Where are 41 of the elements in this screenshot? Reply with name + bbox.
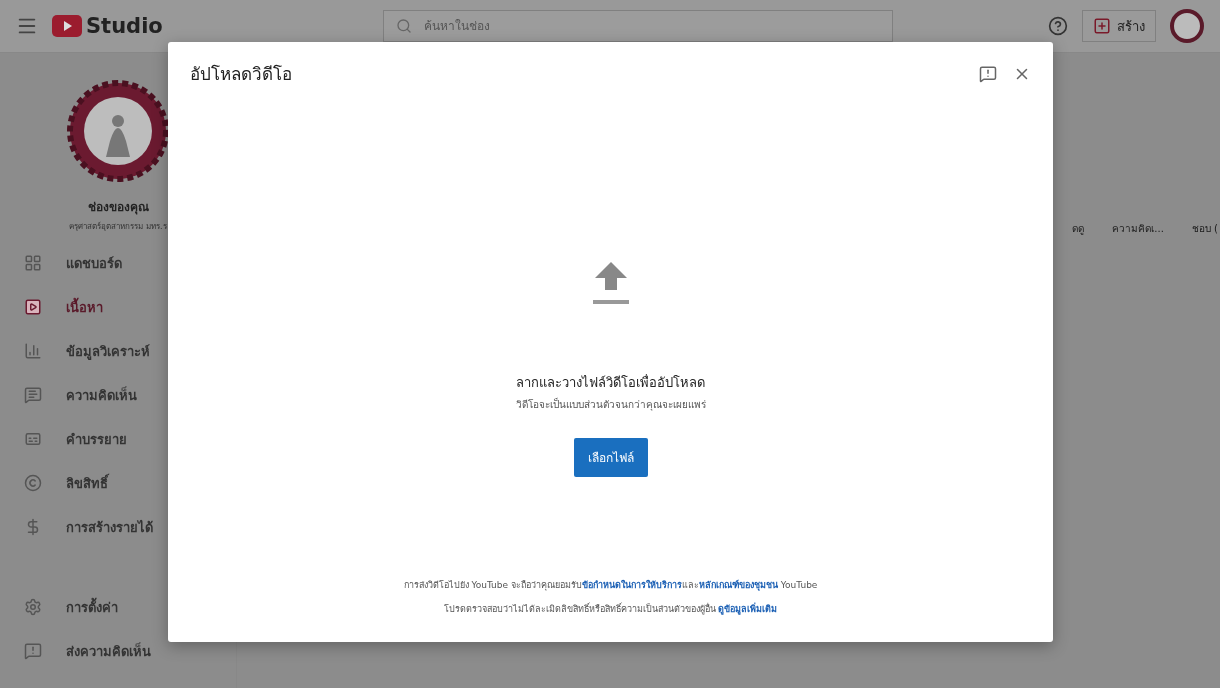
- sidebar-item[interactable]: ลิขสิทธิ์: [0, 461, 236, 505]
- sidebar-item[interactable]: การสร้างรายได้: [0, 505, 236, 549]
- chart-icon: [24, 342, 42, 360]
- terms-link[interactable]: ดูข้อมูลเพิ่มเติม: [718, 604, 778, 614]
- feedback-icon: [24, 642, 42, 660]
- column-header: ความคิดเ...: [1112, 222, 1164, 236]
- terms-text: การส่งวิดีโอไปยัง YouTube จะถือว่าคุณยอมรับข้อกำหนดในการให้บริการและหลักเกณฑ์ของชุมชน YouTube: [403, 578, 818, 592]
- create-button[interactable]: สร้าง: [1082, 10, 1156, 42]
- search-box[interactable]: ค้นหาในช่อง: [382, 10, 893, 42]
- plus-square-icon: [1093, 17, 1111, 35]
- drop-heading: ลากและวางไฟล์วิดีโอเพื่ออัปโหลด: [516, 373, 705, 392]
- brand-name: Studio: [86, 14, 163, 38]
- column-header: ดดู: [1072, 222, 1085, 236]
- channel-title: ช่องของคุณ: [87, 199, 149, 216]
- comment-icon: [24, 386, 42, 404]
- drop-subheading: วิดีโอจะเป็นแบบส่วนตัวจนกว่าคุณจะเผยแพร่: [515, 397, 706, 412]
- play-logo-icon: [52, 15, 82, 37]
- dialog-title: อัปโหลดวิดีโอ: [190, 63, 293, 86]
- grid-icon: [24, 254, 42, 272]
- search-icon: [395, 18, 412, 34]
- avatar[interactable]: [1170, 9, 1204, 43]
- sidebar-item[interactable]: คำบรรยาย: [0, 417, 236, 461]
- channel-name: ครุศาสตร์อุตสาหกรรม มทร.ร: [69, 221, 167, 233]
- sidebar-item[interactable]: แดชบอร์ด: [0, 241, 236, 285]
- sidebar-item[interactable]: การตั้งค่า: [0, 585, 236, 629]
- play-square-icon: [24, 298, 42, 316]
- terms-link[interactable]: หลักเกณฑ์ของชุมชน: [698, 580, 778, 590]
- sidebar-item[interactable]: ข้อมูลวิเคราะห์: [0, 329, 236, 373]
- sidebar-item[interactable]: เนื้อหา: [0, 285, 236, 329]
- sidebar-item[interactable]: ส่งความคิดเห็น: [0, 629, 236, 673]
- subtitles-icon: [24, 430, 42, 448]
- copyright-icon: [24, 474, 42, 492]
- column-header: ชอบ (: [1191, 222, 1218, 236]
- terms-link[interactable]: ข้อกำหนดในการให้บริการ: [581, 580, 682, 590]
- search-field[interactable]: ค้นหาในช่อง: [421, 18, 880, 34]
- feedback-icon[interactable]: [979, 64, 997, 83]
- help-icon[interactable]: [1048, 16, 1068, 36]
- sidebar-item[interactable]: ความคิดเห็น: [0, 373, 236, 417]
- settings-icon: [24, 598, 42, 616]
- terms-text: โปรดตรวจสอบว่าไม่ได้ละเมิดลิขสิทธิ์หรือสิทธิ์ความเป็นส่วนตัวของผู้อื่น ดูข้อมูลเพิ่มเติม: [443, 602, 778, 616]
- select-file-button[interactable]: เลือกไฟล์: [573, 438, 648, 477]
